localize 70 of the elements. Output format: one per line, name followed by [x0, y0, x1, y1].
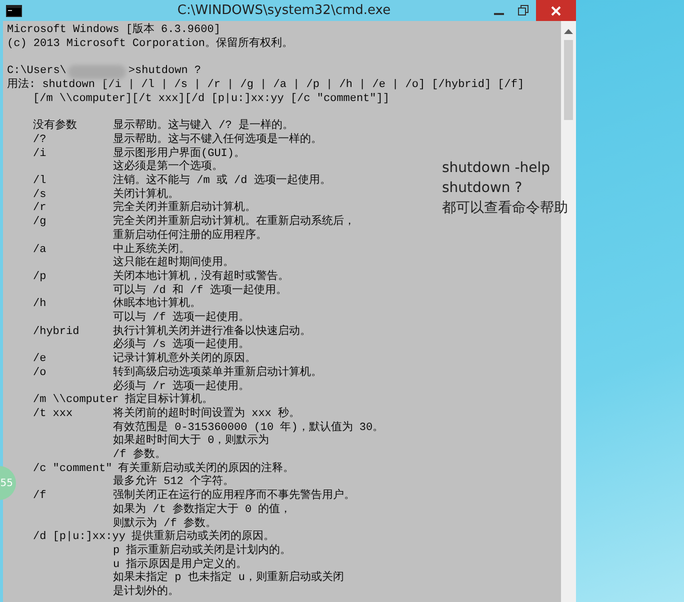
option-description: 显示图形用户界面(GUI)。 — [113, 148, 246, 160]
option-name: /s — [33, 188, 48, 202]
option-name: /d [p|u:]xx:yy — [33, 531, 126, 545]
option-name: /g — [33, 216, 48, 230]
minimize-icon — [494, 13, 504, 15]
option-description: /f 参数。 — [113, 449, 166, 462]
command-text: >shutdown ? — [128, 65, 202, 79]
close-button[interactable] — [536, 0, 576, 21]
usage-line: [/m \\computer][/t xxx][/d [p|u:]xx:yy [/c "comment"]] — [32, 92, 390, 106]
option-description: 可以与 /f 选项一起使用。 — [113, 312, 250, 324]
option-description: 执行计算机关闭并进行准备以快速启动。 — [113, 326, 311, 338]
option-name: /? — [33, 134, 48, 148]
option-description: 转到高级启动选项菜单并重新启动计算机。 — [113, 366, 322, 380]
option-description: 显示帮助。这与不键入任何选项是一样的。 — [113, 134, 322, 146]
option-description: 中止系统关闭。 — [113, 244, 190, 256]
annotation-text: shutdown -help — [442, 159, 552, 178]
option-name: /hybrid — [33, 326, 80, 340]
option-name: /h — [33, 298, 48, 312]
option-description: 记录计算机意外关闭的原因。 — [113, 353, 256, 366]
option-description: 将关闭前的超时时间设置为 xxx 秒。 — [113, 408, 300, 421]
option-description: 如果超时时间大于 0，则默示为 — [113, 435, 270, 448]
option-description: 最多允许 512 个字符。 — [113, 476, 234, 488]
usage-line: 用法: shutdown [/i | /l | /s | /r | /g | /a | /p | /h | /e | /o] [/hybrid] [/f] — [7, 79, 526, 93]
scroll-up-icon[interactable] — [564, 29, 573, 34]
option-description: 指定目标计算机。 — [124, 394, 213, 406]
option-description: 提供重新启动或关闭的原因。 — [131, 531, 274, 544]
console-line: Microsoft Windows [版本 6.3.9600] — [7, 24, 222, 38]
option-description: 有效范围是 0-315360000 (10 年)，默认值为 30。 — [113, 422, 384, 434]
option-description: 这只能在超时期间使用。 — [113, 257, 234, 270]
option-name: /f — [33, 490, 48, 504]
scrollbar-thumb[interactable] — [564, 40, 573, 120]
option-description: 必须与 /s 选项一起使用。 — [113, 339, 250, 352]
option-name: /l — [33, 175, 48, 189]
close-icon — [551, 6, 561, 16]
annotation-text: shutdown ? — [442, 179, 524, 198]
option-name: /c "comment" — [33, 462, 113, 476]
option-name: /a — [33, 244, 48, 258]
option-name: /o — [33, 366, 48, 381]
option-name: /e — [33, 353, 48, 367]
option-name: 没有参数 — [33, 120, 78, 134]
option-description: 完全关闭并重新启动计算机。在重新启动系统后， — [113, 216, 355, 228]
prompt-path: C:\Users\ — [7, 65, 66, 78]
option-description: 关闭本地计算机，没有超时或警告。 — [113, 270, 289, 284]
option-description: 休眠本地计算机。 — [113, 298, 201, 311]
option-description: 注销。这不能与 /m 或 /d 选项一起使用。 — [113, 175, 331, 188]
option-description: 可以与 /d 和 /f 选项一起使用。 — [113, 284, 287, 297]
option-description: 如果未指定 p 也未指定 u，则重新启动或关闭 — [113, 572, 344, 585]
annotation-text: 都可以查看命令帮助 — [442, 199, 568, 218]
option-description: 如果为 /t 参数指定大于 0 的值， — [113, 504, 292, 517]
option-description: 有关重新启动或关闭的原因的注释。 — [118, 462, 294, 475]
option-description: 关闭计算机。 — [113, 188, 179, 201]
console-icon — [6, 4, 22, 16]
option-description: p 指示重新启动或关闭是计划内的。 — [113, 544, 292, 558]
option-description: 显示帮助。这与键入 /? 是一样的。 — [113, 120, 294, 132]
option-name: /i — [33, 148, 48, 162]
option-description: 必须与 /r 选项一起使用。 — [113, 380, 250, 393]
option-name: /p — [33, 270, 48, 285]
option-description: 是计划外的。 — [113, 586, 179, 600]
option-description: 则默示为 /f 参数。 — [113, 518, 216, 530]
maximize-icon — [518, 5, 529, 16]
option-description: 强制关闭正在运行的应用程序而不事先警告用户。 — [113, 490, 355, 502]
option-name: /r — [33, 202, 48, 216]
option-description: 完全关闭并重新启动计算机。 — [113, 202, 256, 214]
window-title: C:\WINDOWS\system32\cmd.exe — [176, 3, 392, 18]
option-name: /t xxx — [33, 408, 74, 422]
option-description: u 指示原因是用户定义的。 — [113, 558, 248, 571]
option-description: 重新启动任何注册的应用程序。 — [113, 230, 267, 242]
console-line: (c) 2013 Microsoft Corporation。保留所有权利。 — [7, 38, 294, 52]
option-name: /m \\computer — [33, 394, 120, 407]
option-description: 这必须是第一个选项。 — [113, 161, 223, 174]
